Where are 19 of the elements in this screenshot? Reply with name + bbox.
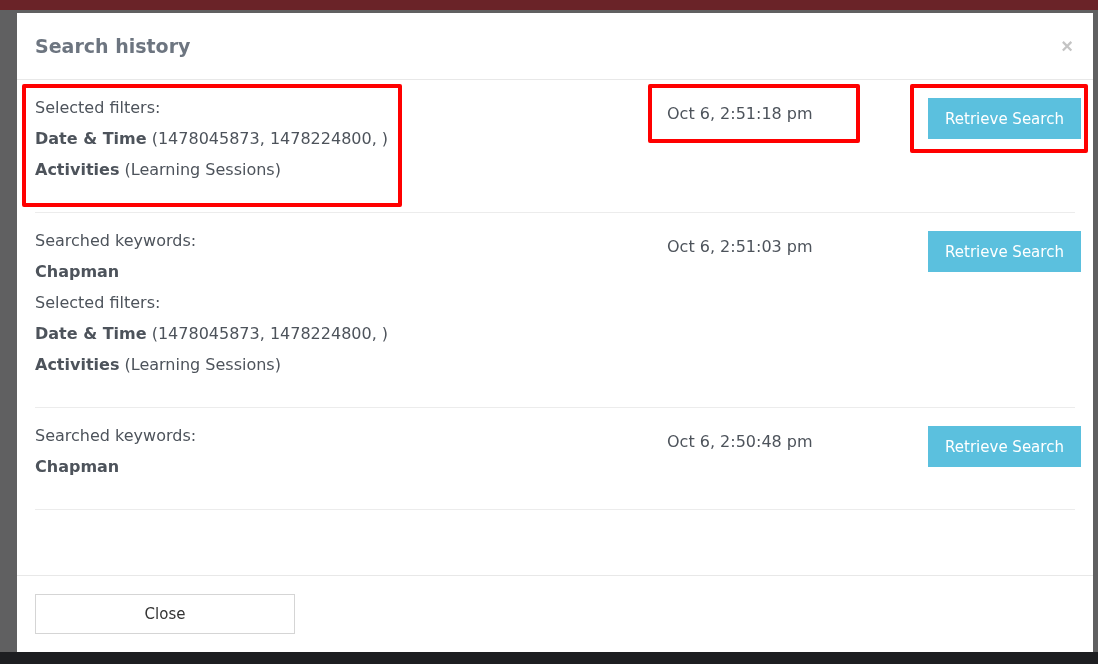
retrieve-search-button[interactable]: Retrieve Search bbox=[928, 98, 1081, 139]
field-label: Searched keywords: bbox=[35, 425, 197, 447]
dialog-title: Search history bbox=[35, 35, 191, 57]
filter-text: Date & Time (1478045873, 1478224800, ) bbox=[35, 323, 389, 345]
filter-text: Activities (Learning Sessions) bbox=[35, 354, 282, 376]
timestamp: Oct 6, 2:51:03 pm bbox=[667, 236, 814, 258]
retrieve-search-button[interactable]: Retrieve Search bbox=[928, 426, 1081, 467]
close-button[interactable]: Close bbox=[35, 594, 295, 634]
field-label: Searched keywords: bbox=[35, 230, 198, 252]
field-label: Selected filters: bbox=[35, 97, 162, 119]
keyword-text: Chapman bbox=[35, 261, 121, 283]
timestamp: Oct 6, 2:50:48 pm bbox=[667, 431, 814, 453]
retrieve-search-button[interactable]: Retrieve Search bbox=[928, 231, 1081, 272]
close-button[interactable]: × bbox=[1061, 34, 1073, 58]
filter-text: Activities (Learning Sessions) bbox=[35, 159, 282, 181]
timestamp: Oct 6, 2:51:18 pm bbox=[667, 103, 814, 125]
field-label: Selected filters: bbox=[35, 292, 162, 314]
filter-text: Date & Time (1478045873, 1478224800, ) bbox=[35, 128, 389, 150]
keyword-text: Chapman bbox=[35, 456, 121, 478]
